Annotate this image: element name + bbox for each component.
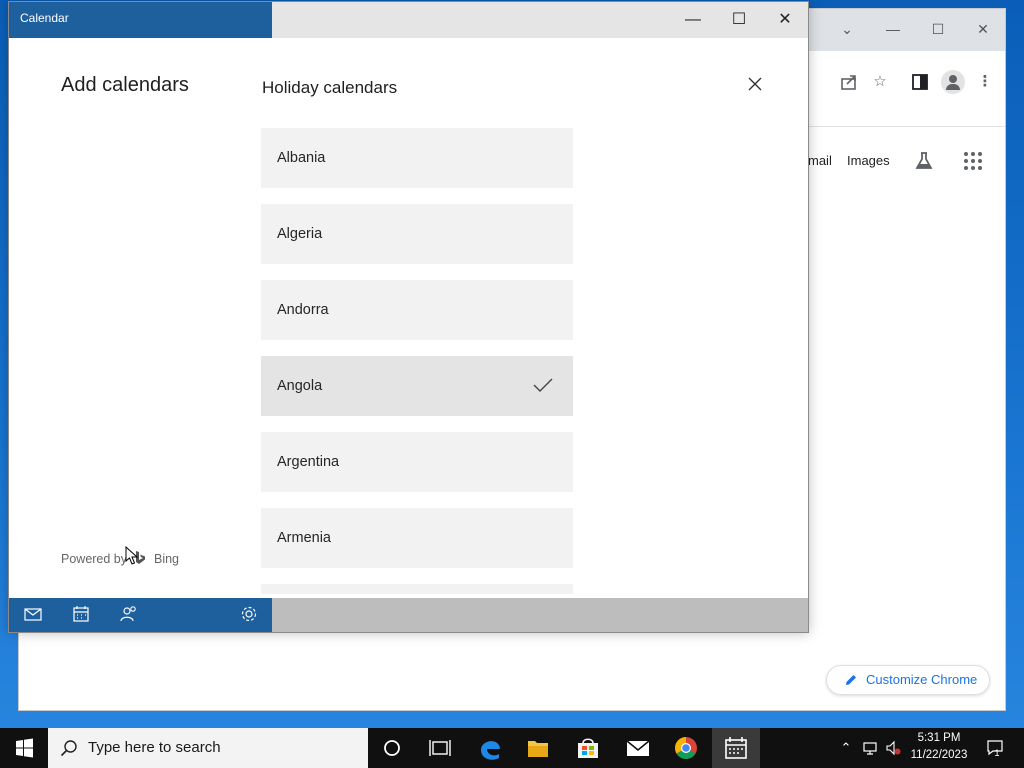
calendar-app-icon[interactable] (712, 728, 760, 768)
country-list: Albania Algeria Andorra Angola Argentina… (261, 128, 573, 594)
list-item-argentina[interactable]: Argentina (261, 432, 573, 492)
tray-chevron-icon[interactable]: ⌃ (838, 740, 854, 756)
list-item-albania[interactable]: Albania (261, 128, 573, 188)
edge-icon[interactable] (466, 728, 514, 768)
chrome-icon[interactable] (662, 728, 710, 768)
customize-chrome-label: Customize Chrome (866, 672, 978, 687)
profile-icon[interactable] (941, 70, 965, 94)
calendar-window: Calendar — ☐ ✕ Add calendars Holiday cal… (8, 1, 809, 633)
settings-icon[interactable] (239, 604, 259, 624)
calendar-titlebar: Calendar — ☐ ✕ (9, 2, 808, 38)
country-label: Argentina (277, 454, 340, 470)
file-explorer-icon[interactable] (514, 728, 562, 768)
powered-by-label: Powered by (61, 552, 128, 566)
apps-icon[interactable] (964, 152, 982, 170)
gmail-link[interactable]: mail (808, 153, 832, 168)
calendar-bottom-bar (9, 598, 808, 632)
side-panel-icon[interactable] (909, 71, 931, 93)
list-item-andorra[interactable]: Andorra (261, 280, 573, 340)
volume-muted-icon[interactable] (885, 740, 901, 756)
list-item-angola[interactable]: Angola (261, 356, 573, 416)
add-calendars-heading: Add calendars (61, 74, 189, 96)
cortana-icon[interactable] (368, 728, 416, 768)
task-view-icon[interactable] (416, 728, 464, 768)
list-item-algeria[interactable]: Algeria (261, 204, 573, 264)
images-link[interactable]: Images (847, 153, 890, 168)
calendar-icon[interactable] (71, 604, 91, 624)
search-placeholder: Type here to search (88, 739, 221, 756)
country-label: Armenia (277, 530, 331, 546)
country-label: Algeria (277, 226, 323, 242)
mail-app-icon[interactable] (614, 728, 662, 768)
mail-icon[interactable] (23, 604, 43, 624)
share-icon[interactable] (838, 71, 860, 93)
country-label: Albania (277, 150, 326, 166)
country-label: Andorra (277, 302, 329, 318)
bing-label: Bing (153, 552, 180, 566)
app-nav-bar (9, 598, 272, 632)
powered-by-bing: Powered by Bing (61, 551, 179, 566)
app-title: Calendar (9, 2, 272, 38)
maximize-button[interactable]: ☐ (716, 6, 762, 34)
chrome-maximize-button[interactable]: ☐ (920, 17, 956, 41)
close-panel-icon[interactable] (745, 74, 765, 94)
list-item-partial[interactable] (261, 584, 573, 594)
list-item-armenia[interactable]: Armenia (261, 508, 573, 568)
chrome-close-button[interactable]: ✕ (965, 17, 1001, 41)
taskbar: Type here to search ⌃ 5:31 PM 11/22/2023… (0, 728, 1024, 768)
menu-icon[interactable]: ⋮ (974, 71, 996, 93)
holiday-calendars-heading: Holiday calendars (262, 78, 398, 97)
calendar-body: Add calendars Holiday calendars Albania … (9, 38, 808, 598)
pencil-icon (846, 675, 856, 685)
country-label: Angola (277, 378, 323, 394)
labs-icon[interactable] (914, 151, 934, 171)
people-icon[interactable] (119, 604, 139, 624)
notification-count: 1 (994, 748, 1000, 758)
minimize-button[interactable]: — (670, 6, 716, 34)
star-icon[interactable]: ☆ (869, 71, 891, 93)
chrome-minimize-button[interactable]: — (875, 17, 911, 41)
clock-time[interactable]: 5:31 PM (904, 732, 974, 744)
mouse-cursor-icon (125, 546, 139, 565)
start-button[interactable] (0, 728, 48, 768)
taskbar-search-input[interactable]: Type here to search (48, 728, 368, 768)
close-window-button[interactable]: ✕ (762, 6, 808, 34)
checkmark-icon (533, 378, 553, 392)
chrome-tab-search-icon[interactable]: ⌄ (829, 17, 865, 41)
search-icon (60, 740, 77, 757)
customize-chrome-button[interactable]: Customize Chrome (826, 665, 990, 695)
store-icon[interactable] (564, 728, 612, 768)
network-icon[interactable] (862, 740, 878, 756)
